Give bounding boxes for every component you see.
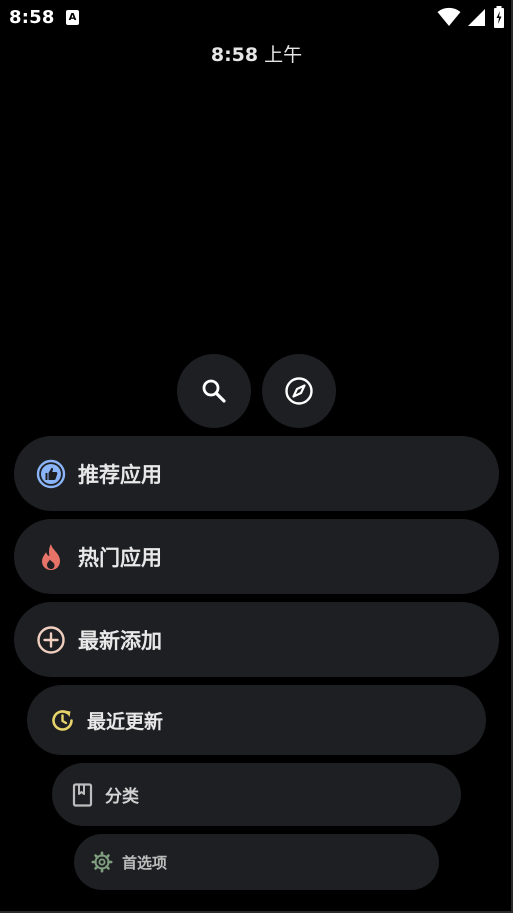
recently-updated-label: 最近更新	[87, 710, 164, 733]
clock-time: 8:58	[210, 44, 259, 66]
signal-icon	[468, 9, 485, 26]
recommended-apps-label: 推荐应用	[78, 462, 162, 487]
clock: 8:58 上午	[0, 40, 513, 67]
preferences-button[interactable]: 首选项	[74, 834, 439, 890]
clock-ampm: 上午	[264, 44, 303, 66]
search-icon	[202, 379, 226, 403]
update-icon	[52, 709, 73, 731]
latest-added-button[interactable]: 最新添加	[14, 602, 499, 677]
recently-updated-button[interactable]: 最近更新	[27, 685, 486, 755]
book-icon	[72, 782, 93, 807]
thumbs-up-icon	[36, 459, 66, 488]
status-icons	[437, 6, 505, 28]
gear-icon	[91, 851, 113, 873]
hot-apps-label: 热门应用	[78, 545, 162, 570]
status-bar: 8:58 A	[0, 0, 513, 36]
a-icon: A	[66, 10, 79, 25]
categories-label: 分类	[105, 787, 139, 807]
compass-icon	[285, 377, 313, 405]
categories-button[interactable]: 分类	[52, 763, 461, 826]
battery-charging-icon	[494, 6, 504, 28]
preferences-label: 首选项	[122, 853, 168, 872]
latest-added-label: 最新添加	[78, 628, 162, 653]
explore-button[interactable]	[262, 354, 336, 428]
fire-icon	[42, 543, 60, 570]
plus-circle-icon	[37, 625, 65, 654]
wifi-icon	[437, 7, 461, 26]
recommended-apps-button[interactable]: 推荐应用	[14, 436, 499, 511]
search-button[interactable]	[177, 354, 251, 428]
status-time: 8:58	[9, 7, 55, 28]
hot-apps-button[interactable]: 热门应用	[14, 519, 499, 594]
